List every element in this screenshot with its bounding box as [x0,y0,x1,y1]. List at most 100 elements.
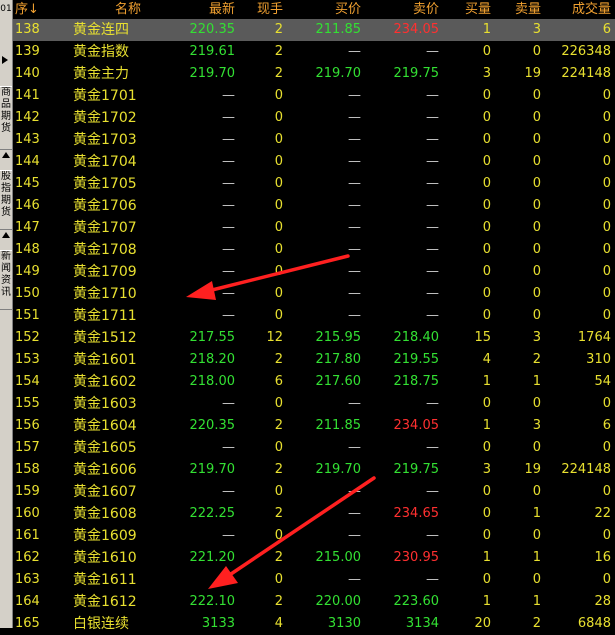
table-row[interactable]: 140 黄金主力 219.70 2 219.70 219.75 3 19 224148 [13,63,615,85]
row-ask-qty: 0 [532,264,541,279]
header-volume[interactable]: 成交量 [553,0,611,19]
row-current-hand: 2 [274,352,283,367]
row-last-price: — [222,264,235,279]
table-row[interactable]: 159 黄金1607 — 0 — — 0 0 0 [13,481,615,503]
row-current-hand: 0 [274,220,283,235]
row-name: 黄金指数 [73,44,129,60]
row-name: 黄金1711 [73,308,137,324]
tab-news[interactable]: 新闻资讯 [0,250,12,310]
row-seq: 156 [15,418,40,433]
row-ask-price: — [426,44,439,59]
row-bid-price: — [348,176,361,191]
table-row[interactable]: 143 黄金1703 — 0 — — 0 0 0 [13,129,615,151]
row-current-hand: 2 [274,44,283,59]
row-bid-price: — [348,110,361,125]
row-current-hand: 0 [274,264,283,279]
row-bid-qty: 0 [482,308,491,323]
table-row[interactable]: 158 黄金1606 219.70 2 219.70 219.75 3 19 224148 [13,459,615,481]
table-row[interactable]: 154 黄金1602 218.00 6 217.60 218.75 1 1 54 [13,371,615,393]
row-volume: 310 [586,352,611,367]
table-row[interactable]: 155 黄金1603 — 0 — — 0 0 0 [13,393,615,415]
row-seq: 158 [15,462,40,477]
table-row[interactable]: 164 黄金1612 222.10 2 220.00 223.60 1 1 28 [13,591,615,613]
row-last-price: — [222,396,235,411]
header-last[interactable]: 最新 [183,0,235,19]
row-ask-qty: 0 [532,88,541,103]
header-ask[interactable]: 卖价 [387,0,439,19]
row-seq: 154 [15,374,40,389]
table-row[interactable]: 144 黄金1704 — 0 — — 0 0 0 [13,151,615,173]
table-row[interactable]: 150 黄金1710 — 0 — — 0 0 0 [13,283,615,305]
row-seq: 161 [15,528,40,543]
row-bid-price: — [348,154,361,169]
row-ask-qty: 0 [532,110,541,125]
row-seq: 157 [15,440,40,455]
row-ask-qty: 0 [532,484,541,499]
table-row[interactable]: 146 黄金1706 — 0 — — 0 0 0 [13,195,615,217]
row-name: 黄金1701 [73,88,137,104]
row-name: 黄金1609 [73,528,137,544]
table-row[interactable]: 139 黄金指数 219.61 2 — — 0 0 226348 [13,41,615,63]
header-now[interactable]: 现手 [253,0,283,19]
row-last-price: — [222,176,235,191]
row-current-hand: 2 [274,506,283,521]
header-seq[interactable]: 序↓ [15,0,55,19]
tab-label-char: 期 [1,111,11,122]
tab-index-futures[interactable]: 股指期货 [0,170,12,230]
row-ask-qty: 0 [532,198,541,213]
table-row[interactable]: 163 黄金1611 — 0 — — 0 0 0 [13,569,615,591]
row-bid-qty: 0 [482,242,491,257]
row-last-price: 219.70 [189,66,236,81]
table-row[interactable]: 138 黄金连四 220.35 2 211.85 234.05 1 3 6 [13,19,615,41]
row-ask-price: 234.65 [393,506,440,521]
row-ask-price: — [426,286,439,301]
row-seq: 142 [15,110,40,125]
tab-label-char: 闻 [1,263,11,274]
row-name: 黄金1608 [73,506,137,522]
table-row[interactable]: 165 白银连续 3133 4 3130 3134 20 2 6848 [13,613,615,635]
table-row[interactable]: 156 黄金1604 220.35 2 211.85 234.05 1 3 6 [13,415,615,437]
table-row[interactable]: 160 黄金1608 222.25 2 — 234.65 0 1 22 [13,503,615,525]
row-seq: 144 [15,154,40,169]
row-last-price: — [222,308,235,323]
table-row[interactable]: 149 黄金1709 — 0 — — 0 0 0 [13,261,615,283]
expand-arrow-icon[interactable] [2,56,8,64]
row-name: 黄金1706 [73,198,137,214]
row-last-price: 219.61 [189,44,236,59]
triangle-up-icon [2,152,10,158]
row-ask-qty: 0 [532,572,541,587]
table-row[interactable]: 151 黄金1711 — 0 — — 0 0 0 [13,305,615,327]
row-volume: 226348 [561,44,611,59]
header-bid[interactable]: 买价 [313,0,361,19]
row-name: 黄金连四 [73,22,129,38]
tab-commodity-futures[interactable]: 商品期货 [0,86,12,150]
row-ask-qty: 0 [532,154,541,169]
table-row[interactable]: 147 黄金1707 — 0 — — 0 0 0 [13,217,615,239]
row-bid-qty: 1 [482,418,491,433]
table-row[interactable]: 153 黄金1601 218.20 2 217.80 219.55 4 2 310 [13,349,615,371]
header-bid-qty[interactable]: 买量 [465,0,491,19]
row-seq: 139 [15,44,40,59]
row-bid-qty: 0 [482,132,491,147]
table-row[interactable]: 162 黄金1610 221.20 2 215.00 230.95 1 1 16 [13,547,615,569]
header-name[interactable]: 名称 [73,0,183,19]
table-row[interactable]: 148 黄金1708 — 0 — — 0 0 0 [13,239,615,261]
tab-label-char: 资 [1,275,11,286]
table-row[interactable]: 141 黄金1701 — 0 — — 0 0 0 [13,85,615,107]
table-row[interactable]: 161 黄金1609 — 0 — — 0 0 0 [13,525,615,547]
header-ask-qty[interactable]: 卖量 [515,0,541,19]
row-name: 黄金1604 [73,418,137,434]
triangle-up-icon [2,232,10,238]
table-row[interactable]: 157 黄金1605 — 0 — — 0 0 0 [13,437,615,459]
row-name: 白银连续 [73,616,129,632]
row-bid-price: 220.00 [315,594,362,609]
table-row[interactable]: 152 黄金1512 217.55 12 215.95 218.40 15 3 1764 [13,327,615,349]
row-current-hand: 2 [274,22,283,37]
row-bid-qty: 1 [482,22,491,37]
row-current-hand: 12 [266,330,283,345]
table-row[interactable]: 145 黄金1705 — 0 — — 0 0 0 [13,173,615,195]
row-current-hand: 0 [274,484,283,499]
row-bid-price: — [348,440,361,455]
table-row[interactable]: 142 黄金1702 — 0 — — 0 0 0 [13,107,615,129]
row-current-hand: 0 [274,572,283,587]
